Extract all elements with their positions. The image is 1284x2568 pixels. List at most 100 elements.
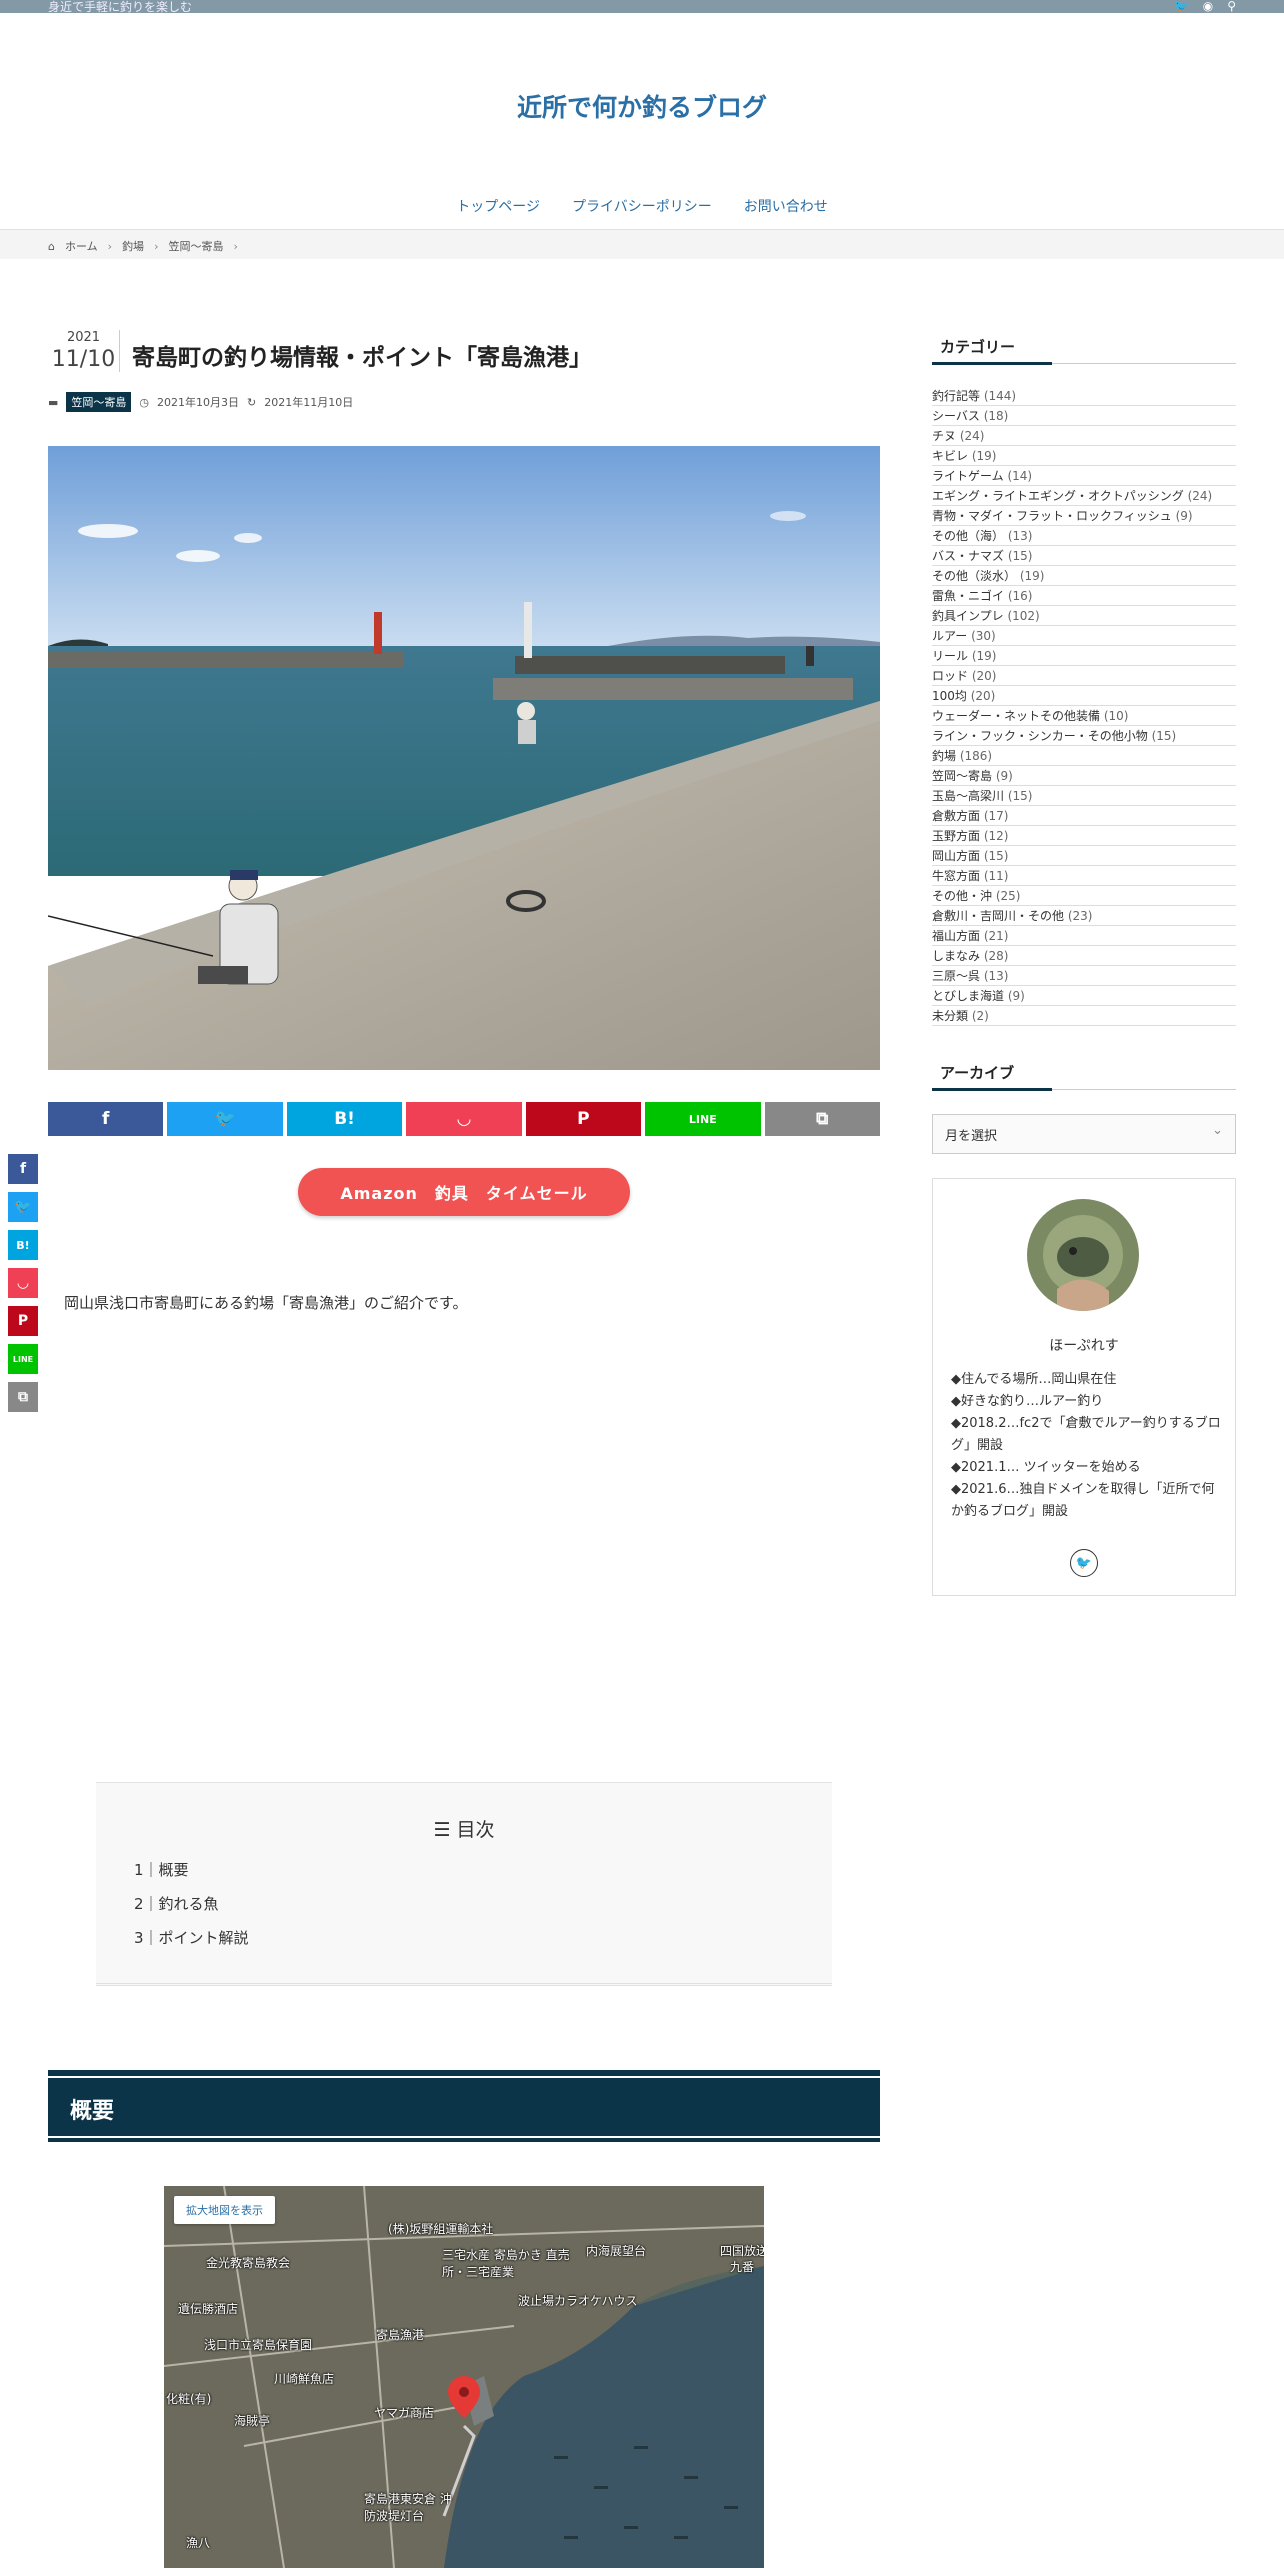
category-item[interactable]: バス・ナマズ (15) (932, 546, 1236, 566)
pinterest-share-button[interactable]: P (525, 1102, 642, 1136)
category-count: (25) (995, 889, 1021, 903)
category-item[interactable]: 福山方面 (21) (932, 926, 1236, 946)
toc-item[interactable]: 1｜概要 (134, 1859, 249, 1880)
category-item[interactable]: 釣場 (186) (932, 746, 1236, 766)
facebook-icon[interactable]: f (8, 1154, 38, 1184)
pocket-icon[interactable]: ◡ (8, 1268, 38, 1298)
rss-icon[interactable]: ◉ (1203, 0, 1213, 13)
category-item[interactable]: 未分類 (2) (932, 1006, 1236, 1026)
category-name: バス・ナマズ (932, 549, 1005, 563)
twitter-share-button[interactable]: 🐦 (167, 1102, 283, 1136)
category-name: 牛窓方面 (932, 869, 981, 883)
twitter-icon[interactable]: 🐦 (8, 1192, 38, 1222)
featured-image (48, 446, 880, 1070)
line-icon[interactable]: LINE (8, 1344, 38, 1374)
category-item[interactable]: 玉島～高梁川 (15) (932, 786, 1236, 806)
category-badge[interactable]: 笠岡～寄島 (66, 392, 132, 412)
line-share-button[interactable]: LINE (645, 1102, 761, 1136)
category-item[interactable]: その他（淡水） (19) (932, 566, 1236, 586)
category-count: (9) (1007, 989, 1025, 1003)
chevron-right-icon: › (233, 239, 238, 253)
nav-item-privacy[interactable]: プライバシーポリシー (572, 196, 712, 216)
map-label: 内海展望台 (586, 2244, 647, 2258)
category-item[interactable]: その他・沖 (25) (932, 886, 1236, 906)
profile-bio-line: ◆住んでる場所…岡山県在住 (951, 1372, 1117, 1387)
category-name: ルアー (932, 629, 968, 643)
category-item[interactable]: チヌ (24) (932, 426, 1236, 446)
site-title[interactable]: 近所で何か釣るブログ (0, 88, 1284, 124)
category-name: 雷魚・ニゴイ (932, 589, 1005, 603)
category-name: とびしま海道 (932, 989, 1005, 1003)
breadcrumb-category[interactable]: 笠岡～寄島 (168, 238, 223, 254)
amazon-sale-button[interactable]: Amazon 釣具 タイムセール (298, 1168, 630, 1216)
category-count: (9) (995, 769, 1013, 783)
category-name: 釣具インプレ (932, 609, 1004, 623)
twitter-icon[interactable]: 🐦 (1070, 1549, 1098, 1577)
category-item[interactable]: 倉敷方面 (17) (932, 806, 1236, 826)
pocket-share-button[interactable]: ◡ (406, 1102, 522, 1136)
category-item[interactable]: ライトゲーム (14) (932, 466, 1236, 486)
google-map-embed[interactable]: 拡大地図を表示 (株)坂野組運輸本社 内海展望台 四国放送 九番 金光教寄島教会… (164, 2186, 764, 2568)
category-item[interactable]: リール (19) (932, 646, 1236, 666)
map-label: 四国放送 (720, 2244, 764, 2258)
archive-select-value: 月を選択 (945, 1128, 998, 1144)
category-item[interactable]: エギング・ライトエギング・オクトパッシング (24) (932, 486, 1236, 506)
hatena-share-button[interactable]: B! (286, 1102, 403, 1136)
category-count: (10) (1103, 709, 1129, 723)
nav-item-contact[interactable]: お問い合わせ (744, 196, 828, 216)
profile-bio: ◆住んでる場所…岡山県在住 ◆好きな釣り…ルアー釣り ◆2018.2…fc2で「… (951, 1369, 1221, 1523)
nav-item-top[interactable]: トップページ (456, 196, 540, 216)
hatena-bookmark-icon[interactable]: B! (8, 1230, 38, 1260)
twitter-icon[interactable]: 🐦 (1174, 0, 1189, 13)
category-name: その他（海） (932, 529, 1005, 543)
category-count: (19) (1019, 569, 1045, 583)
category-item[interactable]: その他（海） (13) (932, 526, 1236, 546)
category-count: (15) (1007, 549, 1033, 563)
category-item[interactable]: 牛窓方面 (11) (932, 866, 1236, 886)
category-item[interactable]: 三原～呉 (13) (932, 966, 1236, 986)
share-buttons: f 🐦 B! ◡ P LINE ⧉ (48, 1102, 880, 1136)
category-item[interactable]: ロッド (20) (932, 666, 1236, 686)
search-icon[interactable]: ⚲ (1227, 0, 1236, 13)
category-name: 釣行記等 (932, 389, 981, 403)
category-item[interactable]: 100均 (20) (932, 686, 1236, 706)
profile-bio-line: ◆好きな釣り…ルアー釣り (951, 1394, 1104, 1409)
copy-link-button[interactable]: ⧉ (764, 1102, 880, 1136)
copy-icon[interactable]: ⧉ (8, 1382, 38, 1412)
profile-bio-line: ◆2021.6…独自ドメインを取得し「近所で何か釣るブログ」開設 (951, 1482, 1215, 1519)
category-item[interactable]: ライン・フック・シンカー・その他小物 (15) (932, 726, 1236, 746)
folder-icon: ▬ (48, 395, 59, 409)
category-item[interactable]: しまなみ (28) (932, 946, 1236, 966)
clock-icon: ◷ (139, 395, 150, 409)
category-item[interactable]: シーバス (18) (932, 406, 1236, 426)
category-item[interactable]: ウェーダー・ネットその他装備 (10) (932, 706, 1236, 726)
map-label: 海賊亭 (234, 2414, 271, 2428)
category-item[interactable]: キビレ (19) (932, 446, 1236, 466)
category-count: (13) (983, 969, 1009, 983)
enlarge-map-link[interactable]: 拡大地図を表示 (174, 2196, 275, 2224)
category-item[interactable]: 釣行記等 (144) (932, 386, 1236, 406)
category-item[interactable]: 雷魚・ニゴイ (16) (932, 586, 1236, 606)
chevron-right-icon: › (154, 239, 159, 253)
category-item[interactable]: 玉野方面 (12) (932, 826, 1236, 846)
pinterest-icon[interactable]: P (8, 1306, 38, 1336)
toc-item[interactable]: 2｜釣れる魚 (134, 1893, 249, 1914)
category-item[interactable]: とびしま海道 (9) (932, 986, 1236, 1006)
archive-select[interactable]: 月を選択 (932, 1114, 1236, 1154)
category-name: その他・沖 (932, 889, 993, 903)
breadcrumb-home[interactable]: ホーム (65, 238, 98, 254)
post-title: 寄島町の釣り場情報・ポイント「寄島漁港」 (132, 345, 592, 371)
category-item[interactable]: 倉敷川・吉岡川・その他 (23) (932, 906, 1236, 926)
category-item[interactable]: ルアー (30) (932, 626, 1236, 646)
map-label: 化粧(有) (166, 2392, 212, 2406)
published-date: 2021年10月3日 (157, 396, 240, 409)
category-item[interactable]: 岡山方面 (15) (932, 846, 1236, 866)
category-item[interactable]: 笠岡～寄島 (9) (932, 766, 1236, 786)
category-count: (15) (1007, 789, 1033, 803)
category-name: 岡山方面 (932, 849, 981, 863)
category-item[interactable]: 釣具インプレ (102) (932, 606, 1236, 626)
category-item[interactable]: 青物・マダイ・フラット・ロックフィッシュ (9) (932, 506, 1236, 526)
facebook-share-button[interactable]: f (48, 1102, 164, 1136)
toc-item[interactable]: 3｜ポイント解説 (134, 1927, 249, 1948)
breadcrumb-fishing-spot[interactable]: 釣場 (122, 238, 144, 254)
